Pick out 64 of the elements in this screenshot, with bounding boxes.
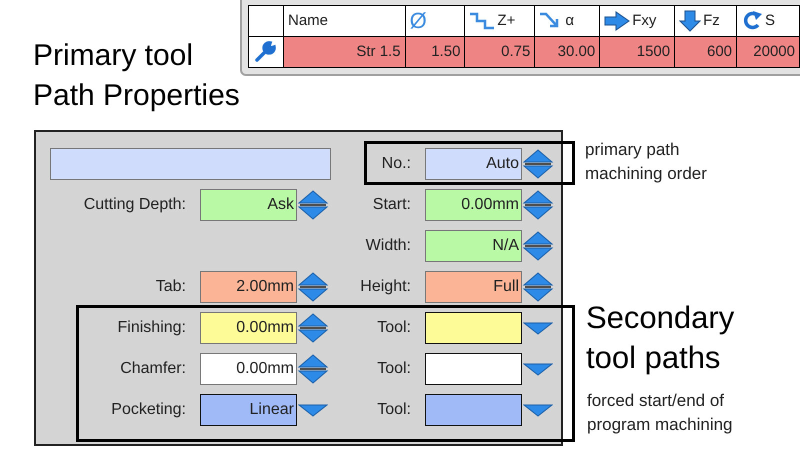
dropdown-icon	[523, 404, 553, 416]
table-cell: 0.75	[464, 36, 535, 68]
step-icon	[469, 12, 496, 30]
table-cell: 1500	[600, 36, 675, 68]
field-label: Pocketing:	[110, 400, 187, 420]
spinner-icon	[297, 271, 329, 303]
spinner-icon	[522, 148, 554, 180]
column-label: Fxy	[632, 10, 656, 31]
table-cell: 20000	[736, 36, 800, 68]
spinner-icon	[297, 189, 329, 221]
field-label: Cutting Depth:	[82, 195, 187, 215]
dropdown-icon	[523, 322, 553, 334]
column-label: α	[565, 10, 574, 31]
annotation-heading: tool paths	[586, 339, 722, 377]
annotation-text: program machining	[587, 414, 733, 436]
input-field[interactable]	[425, 312, 522, 344]
annotation-heading: Secondary	[586, 299, 734, 337]
annotation-text: primary path	[585, 139, 680, 161]
spinner-icon	[297, 353, 329, 385]
field-label: Width:	[364, 236, 412, 256]
input-field[interactable]: Auto	[425, 148, 522, 180]
dropdown-icon	[298, 404, 328, 416]
field-label: Start:	[372, 195, 412, 215]
column-header: Name	[283, 6, 406, 36]
input-field[interactable]: 0.00mm	[425, 189, 522, 221]
field-label: Finishing:	[116, 318, 187, 338]
input-field[interactable]	[425, 353, 522, 385]
wrench-icon	[253, 40, 277, 64]
annotation-text: machining order	[585, 163, 707, 185]
field-label: No.:	[380, 154, 412, 174]
diameter-icon: Ø	[410, 10, 427, 32]
input-field[interactable]: Ask	[200, 189, 297, 221]
input-field[interactable]	[425, 394, 522, 426]
field-label: Tool:	[376, 400, 412, 420]
annotation-text: forced start/end of	[587, 390, 726, 412]
right-arrow-icon	[604, 11, 630, 31]
table-cell: Str 1.5	[283, 36, 406, 68]
section-heading: Path Properties	[33, 78, 240, 114]
down-arrow-icon	[679, 10, 702, 32]
table-cell: 1.50	[405, 36, 465, 68]
spinner-icon	[297, 312, 329, 344]
column-label: S	[765, 10, 776, 31]
input-field[interactable]: 0.00mm	[200, 353, 297, 385]
table-cell: 30.00	[534, 36, 600, 68]
input-field[interactable]: N/A	[425, 230, 522, 262]
dropdown-icon	[523, 362, 553, 376]
field-label: Tool:	[376, 318, 412, 338]
name-field[interactable]	[50, 148, 331, 180]
table-cell: 600	[674, 36, 737, 68]
field-label: Tab:	[154, 277, 187, 297]
field-label: Height:	[359, 277, 412, 297]
field-label: Chamfer:	[119, 359, 187, 379]
spinner-icon	[522, 271, 554, 303]
field-label: Tool:	[376, 359, 412, 379]
input-field[interactable]: 2.00mm	[200, 271, 297, 303]
rotate-icon	[741, 10, 764, 32]
column-label: Z+	[497, 10, 516, 31]
input-field[interactable]: Full	[425, 271, 522, 303]
spinner-icon	[522, 230, 554, 262]
section-heading: Primary tool	[33, 38, 194, 74]
spinner-icon	[522, 189, 554, 221]
input-field[interactable]: Linear	[200, 394, 297, 426]
column-label: Fz	[703, 10, 720, 31]
input-field[interactable]: 0.00mm	[200, 312, 297, 344]
